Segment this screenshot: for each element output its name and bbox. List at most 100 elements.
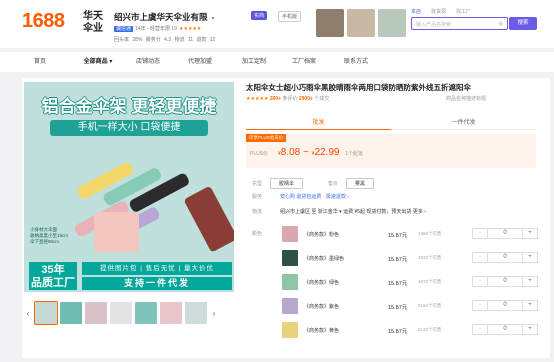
quantity-input[interactable]: 0 (487, 229, 523, 238)
minus-button[interactable]: − (473, 229, 487, 238)
rating-right[interactable]: 商品名称描述标题 (446, 95, 486, 102)
plus-badge: 尽享PLUS会员价 (246, 134, 287, 142)
sku-price: 15.87元 (388, 257, 408, 263)
shipping-row: 物流 绍兴市上虞区 至 浙江金华 ▾ 运费 ¥5起 现货付款，预天出货 更多 › (252, 208, 426, 215)
plus-button[interactable]: + (523, 253, 537, 262)
rating-row: ★★★★★ 300+ 条评价 2900+ 个成交 商品名称描述标题 (246, 95, 486, 102)
quantity-input[interactable]: 0 (487, 325, 523, 334)
shop-logo[interactable]: 华天 伞业 (80, 11, 106, 37)
chevron-right-icon[interactable]: › (210, 309, 218, 318)
quantity-input[interactable]: 0 (487, 301, 523, 310)
shop-metrics: 回头率 28% 服务分 4.3 物流 11 退款 12 (114, 37, 216, 43)
nav-item[interactable]: 工厂档案 (280, 52, 328, 72)
safe-buy[interactable]: 安心购 (280, 194, 295, 200)
sku-swatch[interactable] (282, 226, 298, 242)
row-label: 售价 (328, 181, 339, 187)
row-label: 服务 (252, 194, 263, 200)
camera-icon[interactable]: ◎ (499, 21, 503, 27)
service-bar: 提供图片包 | 售后无忧 | 量大价优 (82, 262, 232, 275)
row-label: 花型 (252, 181, 263, 187)
search-tab[interactable]: 找工厂 (456, 8, 471, 15)
sku-price: 15.87元 (388, 305, 408, 311)
sku-row: 《商务款》黄色 15.87元 8132个可售 −0 + (252, 320, 542, 340)
nav-item[interactable]: 首页 (8, 52, 72, 72)
minus-button[interactable]: − (473, 301, 487, 310)
gallery-thumb[interactable] (110, 302, 132, 324)
nav-item[interactable]: 加工定制 (228, 52, 280, 72)
site-logo[interactable]: 1688 (22, 10, 65, 33)
gallery-thumb[interactable] (135, 302, 157, 324)
sku-stock: 4870个可售 (418, 279, 442, 284)
plus-button[interactable]: + (523, 277, 537, 286)
nav-item[interactable]: 代理加盟 (172, 52, 228, 72)
search-tab[interactable]: 本店 (411, 8, 421, 15)
header-thumb[interactable] (347, 9, 375, 37)
sku-swatch[interactable] (282, 322, 298, 338)
plus-button[interactable]: + (523, 325, 537, 334)
gallery-thumb[interactable] (160, 302, 182, 324)
sku-name: 《商务款》黄色 (304, 328, 340, 334)
minus-button[interactable]: − (473, 277, 487, 286)
sku-name: 《商务款》墨绿色 (304, 256, 345, 262)
service-detail[interactable]: 退货包运费 · 极速退款 › (296, 194, 349, 200)
sku-stock: 1986个可售 (418, 231, 442, 236)
quantity-stepper: −0 + (472, 252, 538, 263)
tab-dropship[interactable]: 一件代发 (391, 116, 536, 130)
product-main-image[interactable]: 铝合金伞架 更轻更便捷 手机一样大小 口袋便捷 小身材大伞面 收纳高度小至18c… (24, 82, 234, 292)
sku-swatch[interactable] (282, 274, 298, 290)
search-placeholder: 输入产品名搜索 (416, 22, 452, 28)
gallery-thumb[interactable] (185, 302, 207, 324)
sku-label: 颜色 (252, 231, 263, 237)
rating-stars: ★★★★★ (246, 96, 269, 102)
product-title: 太阳伞女士超小巧雨伞黑胶晴雨伞两用口袋防晒防紫外线五折遮阳伞 (246, 83, 471, 92)
sku-row: 颜色 《商务款》粉色 15.87元 1986个可售 −0 + (252, 224, 542, 244)
sku-swatch[interactable] (282, 298, 298, 314)
shipping-detail[interactable]: 绍兴市上虞区 至 浙江金华 ▾ 运费 ¥5起 现货付款，预天出货 更多 › (280, 209, 426, 215)
row-label: 物流 (252, 209, 263, 215)
nav-item[interactable]: 全部商品 ▾ (72, 52, 124, 72)
header-thumb[interactable] (378, 9, 406, 37)
sku-name: 《商务款》紫色 (304, 304, 340, 310)
quantity-stepper: −0 + (472, 228, 538, 239)
gallery-thumb[interactable] (60, 302, 82, 324)
pattern-option[interactable]: 胶晴伞 (270, 178, 304, 189)
price-high: 22.99 (314, 147, 340, 158)
trust-badge: 诚信通 (114, 26, 134, 32)
sku-row: 《商务款》紫色 15.87元 5154个可售 −0 + (252, 296, 542, 316)
minus-button[interactable]: − (473, 253, 487, 262)
sku-row: 《商务款》墨绿色 15.87元 4932个可售 −0 + (252, 248, 542, 268)
nav-item[interactable]: 联系方式 (328, 52, 384, 72)
chevron-down-icon[interactable]: ▾ (212, 16, 215, 22)
nav-item[interactable]: 店铺动态 (124, 52, 172, 72)
header-thumb[interactable] (316, 9, 344, 37)
sku-swatch[interactable] (282, 250, 298, 266)
sold-count: 2900+ (298, 96, 313, 102)
price-range: ¥8.08 ~ ¥22.99 1个起批 (278, 147, 364, 158)
factory-badge: 35年 品质工厂 (29, 262, 77, 290)
price-block: 尽享PLUS会员价 PLUS价 ¥8.08 ~ ¥22.99 1个起批 (246, 134, 536, 168)
flag-tag: 实商 (251, 11, 268, 20)
shop-nav: 首页 全部商品 ▾ 店铺动态 代理加盟 加工定制 工厂档案 联系方式 (0, 52, 554, 72)
shop-meta-text: 14年 · 经营年限 19 (135, 26, 177, 32)
tab-wholesale[interactable]: 批发 (246, 116, 391, 130)
image-gallery: ‹ › (24, 300, 234, 326)
quantity-input[interactable]: 0 (487, 253, 523, 262)
style-option[interactable]: 雾黑 (346, 178, 375, 189)
rating-count[interactable]: 300+ (270, 96, 281, 102)
dropship-bar: 支持一件代发 (82, 277, 232, 290)
gallery-thumb[interactable] (85, 302, 107, 324)
sku-name: 《商务款》绿色 (304, 280, 340, 286)
shop-stars: ★★★★★ (178, 26, 202, 32)
plus-button[interactable]: + (523, 301, 537, 310)
shop-name[interactable]: 绍兴市上虞华天伞业有限 ▾ (114, 11, 215, 23)
gallery-thumb[interactable] (34, 301, 58, 325)
plus-button[interactable]: + (523, 229, 537, 238)
mobile-tag[interactable]: 手机版 (278, 11, 302, 22)
quantity-input[interactable]: 0 (487, 277, 523, 286)
minus-button[interactable]: − (473, 325, 487, 334)
search-tab[interactable]: 找货源 (431, 8, 446, 15)
search-input[interactable]: 输入产品名搜索 ◎ (411, 17, 508, 30)
chevron-left-icon[interactable]: ‹ (24, 309, 32, 318)
search-button[interactable]: 搜索 (509, 17, 537, 30)
quantity-stepper: −0 + (472, 276, 538, 287)
